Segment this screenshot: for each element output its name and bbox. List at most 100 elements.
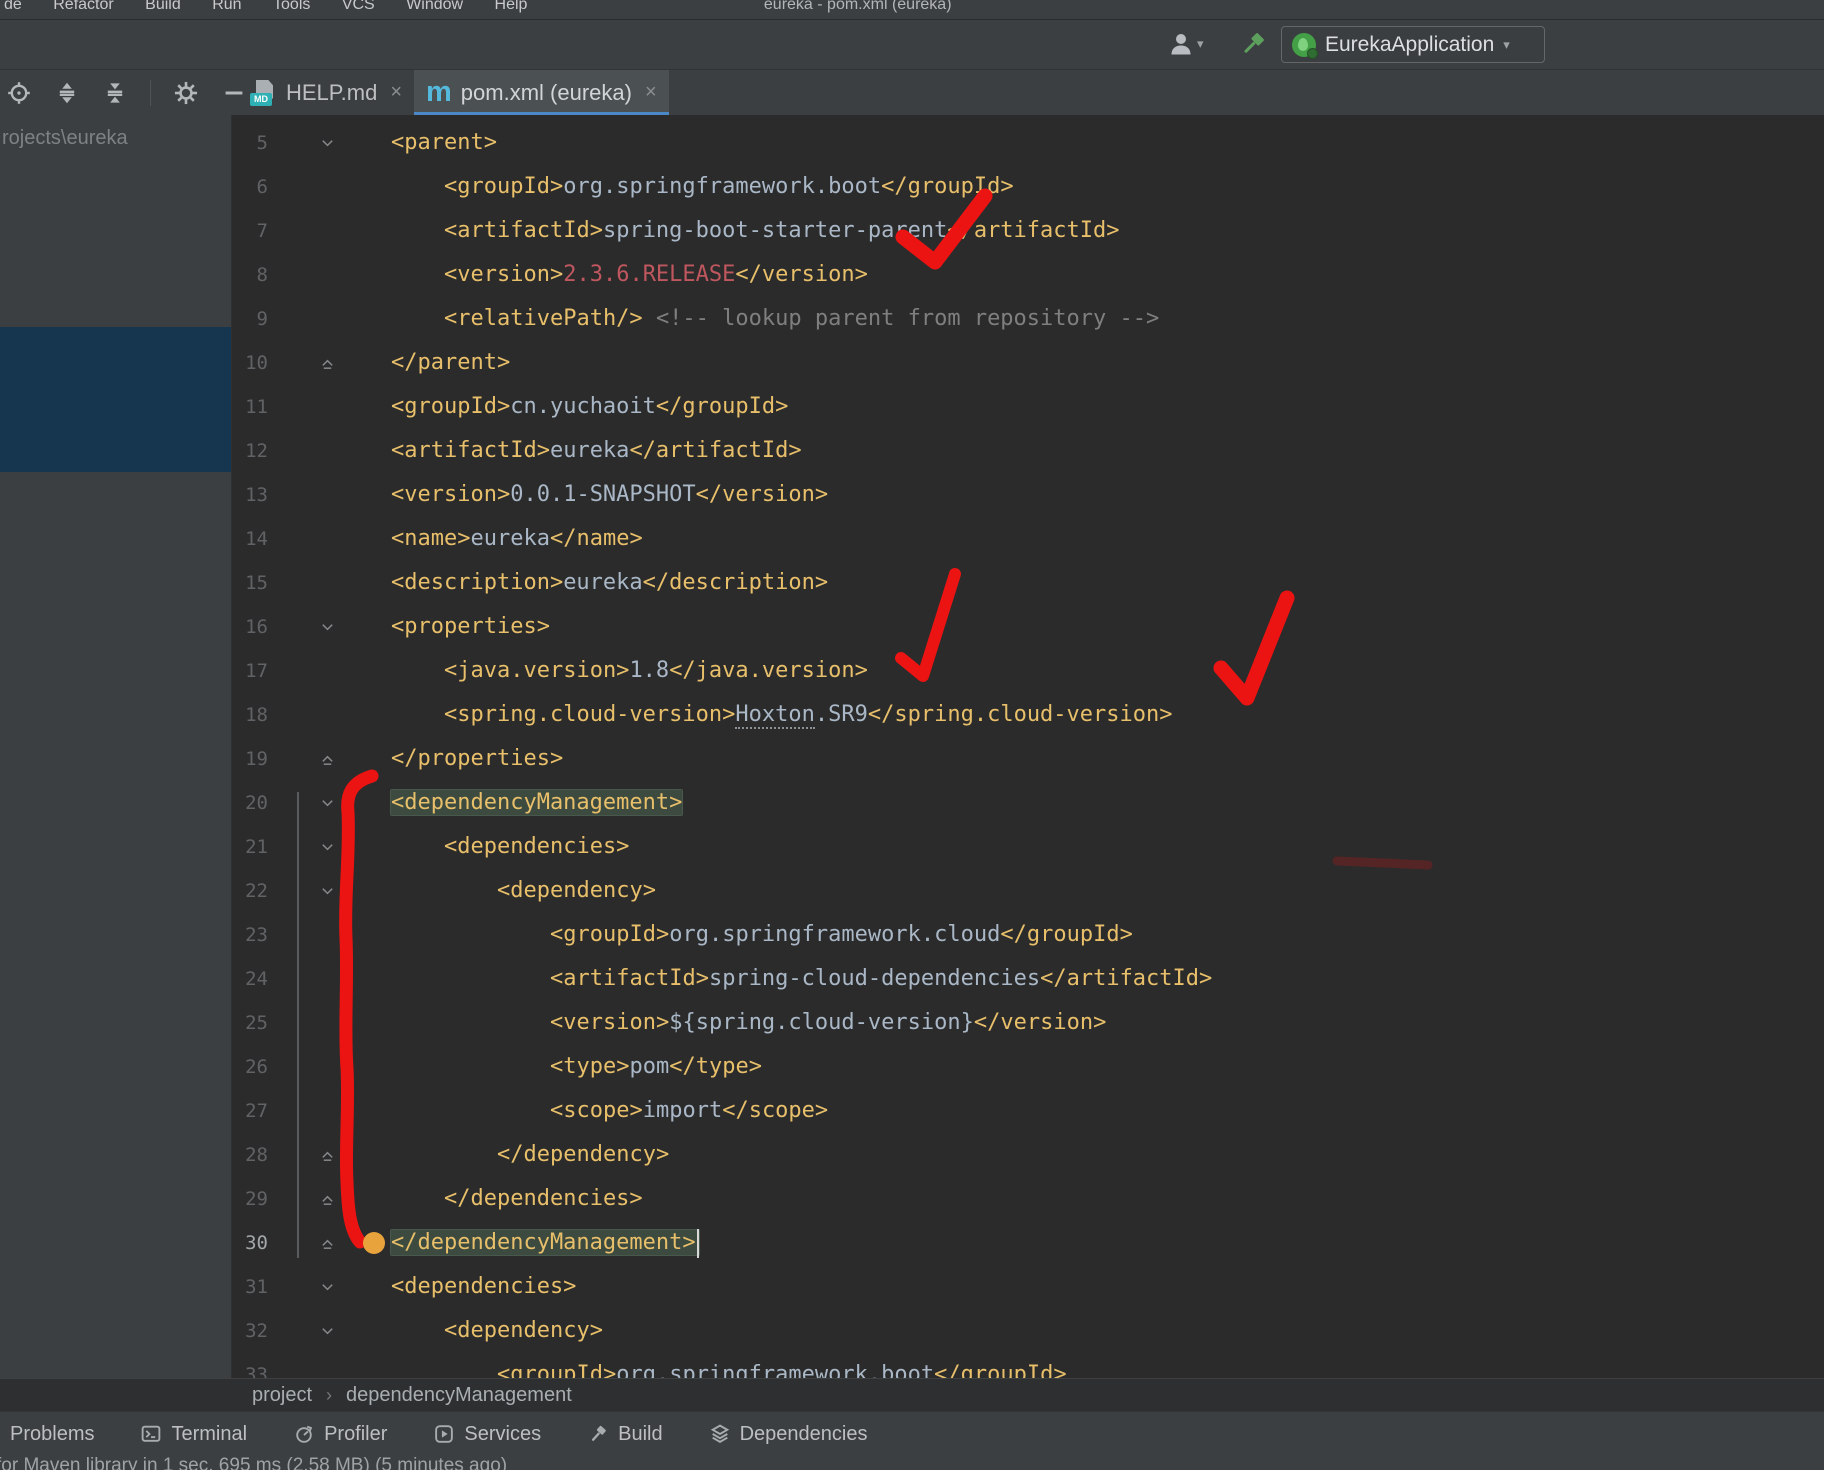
user-account-button[interactable]: ▾: [1168, 30, 1204, 58]
fold-end-icon[interactable]: [318, 341, 336, 385]
locate-file-button[interactable]: [6, 80, 32, 106]
code-line[interactable]: 28</dependency>: [232, 1133, 1824, 1177]
editor-pane[interactable]: 5<parent>6<groupId>org.springframework.b…: [232, 115, 1824, 1384]
code-line[interactable]: 7<artifactId>spring-boot-starter-parent<…: [232, 209, 1824, 253]
code-line[interactable]: 24<artifactId>spring-cloud-dependencies<…: [232, 957, 1824, 1001]
code-line[interactable]: 30 </dependencyManagement>: [232, 1221, 1824, 1265]
code-text: </dependencyManagement>: [391, 1221, 699, 1265]
fold-start-icon[interactable]: [318, 1265, 336, 1309]
code-line[interactable]: 12<artifactId>eureka</artifactId>: [232, 429, 1824, 473]
line-number: 27: [232, 1089, 268, 1133]
close-icon[interactable]: ×: [645, 81, 657, 104]
code-segment: </scope>: [722, 1098, 828, 1123]
menu-item-vcs[interactable]: VCS: [342, 0, 375, 14]
tab-pom-xml[interactable]: m pom.xml (eureka) ×: [414, 70, 669, 115]
code-line[interactable]: 13<version>0.0.1-SNAPSHOT</version>: [232, 473, 1824, 517]
close-icon[interactable]: ×: [390, 81, 402, 104]
code-line[interactable]: 26<type>pom</type>: [232, 1045, 1824, 1089]
fold-start-icon[interactable]: [318, 825, 336, 869]
code-line[interactable]: 15<description>eureka</description>: [232, 561, 1824, 605]
tool-window-terminal[interactable]: Terminal: [140, 1423, 247, 1446]
tool-window-services[interactable]: Services: [433, 1423, 541, 1446]
line-number: 30: [232, 1221, 268, 1265]
menu-item-code[interactable]: de: [4, 0, 22, 14]
menu-item-run[interactable]: Run: [212, 0, 241, 14]
breadcrumb-dependency-management[interactable]: dependencyManagement: [346, 1384, 572, 1407]
code-line[interactable]: 31<dependencies>: [232, 1265, 1824, 1309]
code-segment: </version>: [735, 262, 867, 287]
code-segment: <version>: [550, 1010, 669, 1035]
tab-help-md[interactable]: MD HELP.md ×: [238, 70, 414, 115]
code-segment: <name>: [391, 526, 470, 551]
editor-code: 5<parent>6<groupId>org.springframework.b…: [232, 121, 1824, 1384]
code-text: <groupId>org.springframework.cloud</grou…: [391, 913, 1133, 957]
collapse-all-button[interactable]: [102, 80, 128, 106]
code-line[interactable]: 18<spring.cloud-version>Hoxton.SR9</spri…: [232, 693, 1824, 737]
fold-start-icon[interactable]: [318, 605, 336, 649]
code-line[interactable]: 11<groupId>cn.yuchaoit</groupId>: [232, 385, 1824, 429]
run-configuration-select[interactable]: EurekaApplication ▾: [1281, 26, 1545, 63]
line-number: 10: [232, 341, 268, 385]
tool-window-problems[interactable]: Problems: [10, 1423, 94, 1446]
code-line[interactable]: 9<relativePath/> <!-- lookup parent from…: [232, 297, 1824, 341]
fold-end-icon[interactable]: [318, 1177, 336, 1221]
code-line[interactable]: 17<java.version>1.8</java.version>: [232, 649, 1824, 693]
gutter-space: [318, 297, 336, 341]
tool-window-build[interactable]: Build: [587, 1423, 662, 1446]
code-text: <artifactId>eureka</artifactId>: [391, 429, 802, 473]
code-text: <dependencyManagement>: [391, 781, 682, 825]
tool-label: Problems: [10, 1423, 94, 1446]
code-line[interactable]: 21<dependencies>: [232, 825, 1824, 869]
code-segment: </dependency>: [497, 1142, 669, 1167]
build-project-button[interactable]: [1238, 29, 1268, 64]
menu-bar: de Refactor Build Run Tools VCS Window H…: [0, 0, 1824, 20]
fold-start-icon[interactable]: [318, 121, 336, 165]
breadcrumb-project[interactable]: project: [252, 1384, 312, 1407]
code-line[interactable]: 5<parent>: [232, 121, 1824, 165]
fold-start-icon[interactable]: [318, 1309, 336, 1353]
code-line[interactable]: 23<groupId>org.springframework.cloud</gr…: [232, 913, 1824, 957]
menu-item-build[interactable]: Build: [145, 0, 181, 14]
code-line[interactable]: 6<groupId>org.springframework.boot</grou…: [232, 165, 1824, 209]
code-line[interactable]: 27<scope>import</scope>: [232, 1089, 1824, 1133]
code-line[interactable]: 16<properties>: [232, 605, 1824, 649]
layers-icon: [709, 1423, 731, 1445]
code-line[interactable]: 32<dependency>: [232, 1309, 1824, 1353]
fold-start-icon[interactable]: [318, 869, 336, 913]
editor-header-row: MD HELP.md × m pom.xml (eureka) ×: [0, 70, 1824, 115]
code-line[interactable]: 10 </parent>: [232, 341, 1824, 385]
code-text: </properties>: [391, 737, 563, 781]
fold-end-icon[interactable]: [318, 1133, 336, 1177]
fold-start-icon[interactable]: [318, 781, 336, 825]
code-line[interactable]: 20<dependencyManagement>: [232, 781, 1824, 825]
code-line[interactable]: 19</properties>: [232, 737, 1824, 781]
expand-all-button[interactable]: [54, 80, 80, 106]
code-line[interactable]: 14<name>eureka</name>: [232, 517, 1824, 561]
code-line[interactable]: 29</dependencies>: [232, 1177, 1824, 1221]
project-tree-selection[interactable]: [0, 327, 232, 472]
menu-item-refactor[interactable]: Refactor: [53, 0, 113, 14]
code-segment: </java.version>: [669, 658, 868, 683]
tool-window-profiler[interactable]: Profiler: [293, 1423, 387, 1446]
menu-item-help[interactable]: Help: [495, 0, 528, 14]
code-text: </parent>: [391, 341, 510, 385]
tool-window-bar: Problems Terminal Profiler Services: [0, 1411, 1824, 1456]
fold-end-icon[interactable]: [318, 1221, 336, 1265]
gutter-space: [318, 165, 336, 209]
tool-window-dependencies[interactable]: Dependencies: [709, 1423, 868, 1446]
gear-icon: [173, 80, 199, 106]
menu-item-tools[interactable]: Tools: [273, 0, 310, 14]
services-icon: [433, 1423, 455, 1445]
code-segment: .SR9: [815, 702, 868, 727]
project-panel[interactable]: rojects\eureka: [0, 115, 232, 1378]
code-line[interactable]: 8<version>2.3.6.RELEASE</version>: [232, 253, 1824, 297]
fold-end-icon[interactable]: [318, 737, 336, 781]
code-segment: <version>: [391, 482, 510, 507]
menu-item-window[interactable]: Window: [406, 0, 463, 14]
text-caret: [697, 1229, 699, 1258]
panel-settings-button[interactable]: [173, 80, 199, 106]
code-line[interactable]: 22<dependency>: [232, 869, 1824, 913]
code-segment: <version>: [444, 262, 563, 287]
profiler-icon: [293, 1423, 315, 1445]
code-line[interactable]: 25<version>${spring.cloud-version}</vers…: [232, 1001, 1824, 1045]
